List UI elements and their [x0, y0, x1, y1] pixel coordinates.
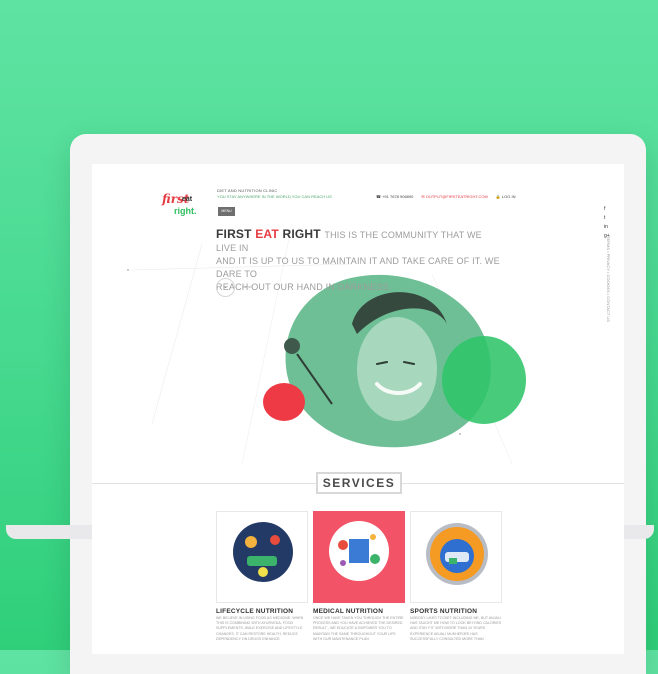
logo-right: right.: [174, 206, 197, 216]
service-card-medical[interactable]: [313, 511, 405, 603]
email-text: OUTPUT@FIRSTEATRIGHT.COM: [425, 194, 488, 199]
face-shape: [357, 317, 437, 421]
tagline: DIET AND NUTRITION CLINIC: [217, 188, 278, 193]
service-card-lifecycle[interactable]: [216, 511, 308, 603]
services-heading: SERVICES: [316, 472, 402, 494]
chevron-down-icon: ⌄: [222, 284, 229, 290]
subtagline: YOU STAY ANYWHERE IN THE WORLD YOU CAN R…: [217, 194, 332, 199]
login-text: LOG IN: [501, 194, 516, 199]
service-desc-sports: NOBODY LIKES TO DIET INCLUDING ME, BUT A…: [410, 616, 502, 641]
lifecycle-illustration-icon: [233, 522, 293, 582]
hero-line-2: AND IT IS UP TO US TO MAINTAIN IT AND TA…: [216, 256, 500, 279]
service-title-sports[interactable]: SPORTS NUTRITION: [410, 608, 477, 615]
hero-brand-right: RIGHT: [282, 227, 321, 241]
website-screen: first eat right. DIET AND NUTRITION CLIN…: [92, 164, 624, 654]
hero-brand-eat: EAT: [255, 227, 279, 241]
top-nav: ☎ +91 7678 906890 ✉ OUTPUT@FIRSTEATRIGHT…: [376, 194, 515, 199]
menu-button[interactable]: MENU: [218, 207, 235, 216]
service-desc-medical: ONCE WE HAVE TAKEN YOU THROUGH THE ENTIR…: [313, 616, 404, 641]
linkedin-icon[interactable]: in: [604, 224, 610, 230]
service-title-medical[interactable]: MEDICAL NUTRITION: [313, 608, 383, 615]
facebook-icon[interactable]: f: [604, 206, 610, 212]
sports-illustration-icon: [426, 523, 488, 585]
broccoli-shape: [284, 338, 300, 354]
footer-links-vertical[interactable]: TERMS • PRIVACY • COOKIES • CONTACT US: [606, 236, 611, 322]
medical-illustration-icon: [329, 521, 389, 581]
hero-brand-first: FIRST: [216, 227, 252, 241]
social-links: f t in g+: [604, 206, 610, 239]
hero-brand: FIRST EAT RIGHT: [216, 227, 324, 241]
scroll-label: Scroll: [242, 284, 253, 289]
hero-text: FIRST EAT RIGHT THIS IS THE COMMUNITY TH…: [216, 228, 502, 294]
logo[interactable]: first eat right.: [162, 192, 208, 218]
service-title-lifecycle[interactable]: LIFECYCLE NUTRITION: [216, 608, 293, 615]
login-link[interactable]: 🔒 LOG IN: [496, 194, 516, 199]
service-card-sports[interactable]: [410, 511, 502, 603]
green-blob: [442, 336, 526, 424]
service-desc-lifecycle: WE BELIEVE IN USING FOOD AS MEDICINE. WH…: [216, 616, 304, 641]
twitter-icon[interactable]: t: [604, 215, 610, 221]
logo-eat: eat: [182, 196, 193, 203]
email-link[interactable]: ✉ OUTPUT@FIRSTEATRIGHT.COM: [421, 194, 487, 199]
scroll-down-button[interactable]: ⌄: [216, 278, 235, 297]
phone-text: +91 7678 906890: [382, 194, 414, 199]
phone-link[interactable]: ☎ +91 7678 906890: [376, 194, 413, 199]
red-blob: [263, 383, 305, 421]
